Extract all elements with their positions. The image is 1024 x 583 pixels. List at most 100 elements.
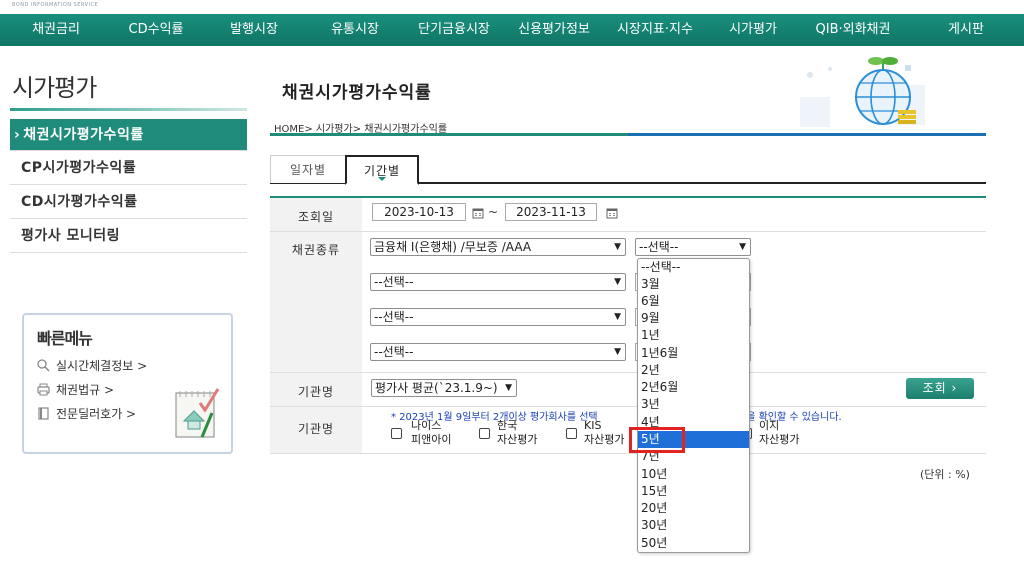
checkbox-korea[interactable] — [479, 428, 490, 439]
dropdown-option[interactable]: 1년 — [638, 327, 749, 344]
dropdown-option[interactable]: 50년 — [638, 535, 749, 552]
date-from-input[interactable]: 2023-10-13 — [372, 203, 466, 221]
nav-item-secondary-market[interactable]: 유통시장 — [308, 14, 402, 46]
quick-link-label: 전문딜러호가 > — [56, 407, 137, 421]
document-check-icon — [175, 388, 220, 438]
maturity-value: --선택-- — [639, 240, 679, 254]
nav-item-cd-rates[interactable]: CD수익률 — [112, 14, 200, 46]
caret-down-icon — [378, 177, 386, 181]
sidebar-divider — [10, 108, 247, 111]
bond-type-value: 금융채 I(은행채) /무보증 /AAA — [374, 240, 532, 254]
dropdown-option[interactable]: 10년 — [638, 466, 749, 483]
row-divider — [270, 453, 986, 454]
agency-select[interactable]: 평가사 평균(`23.1.9~) ▼ — [371, 379, 517, 397]
date-range-tilde: ~ — [488, 205, 499, 219]
search-button[interactable]: 조회 › — [906, 378, 974, 399]
checkbox-nice[interactable] — [391, 428, 402, 439]
checkbox-label-nice-2: 피앤아이 — [411, 433, 452, 446]
printer-icon — [36, 383, 50, 397]
nav-item-mark-to-market[interactable]: 시가평가 — [708, 14, 798, 46]
dropdown-option[interactable]: 15년 — [638, 483, 749, 500]
checkbox-label-easy-2: 자산평가 — [759, 433, 800, 446]
maturity-dropdown-list: --선택-- 3월 6월 9월 1년 1년6월 2년 2년6월 3년 4년 5년… — [637, 258, 750, 553]
select-value: --선택-- — [374, 275, 414, 289]
search-icon — [36, 358, 50, 373]
nav-item-credit-rating[interactable]: 신용평가정보 — [506, 14, 602, 46]
nav-item-market-index[interactable]: 시장지표·지수 — [602, 14, 708, 46]
chevron-down-icon: ▼ — [614, 277, 621, 287]
label-bond-type: 채권종류 — [291, 243, 341, 257]
checkbox-label-kis-1: KIS — [584, 419, 602, 432]
bond-type-select-2[interactable]: --선택-- ▼ — [370, 273, 626, 291]
notice-text-right: 값을 확인할 수 있습니다. — [737, 412, 842, 423]
chevron-down-icon: ▼ — [614, 347, 621, 357]
unit-label: (단위 : %) — [920, 468, 970, 481]
quick-link-label: 실시간체결정보 > — [56, 359, 148, 373]
row-divider — [270, 231, 986, 232]
quick-menu-title: 빠른메뉴 — [37, 329, 93, 348]
nav-item-bond-rates[interactable]: 채권금리 — [0, 14, 112, 46]
tab-bar: 일자별 기간별 — [270, 155, 986, 185]
checkbox-label-easy-1: 이지 — [759, 419, 780, 432]
dropdown-option[interactable]: 6월 — [638, 293, 749, 310]
dropdown-option[interactable]: 3년 — [638, 396, 749, 413]
checkbox-label-kis-2: 자산평가 — [584, 433, 625, 446]
calendar-icon[interactable] — [472, 207, 484, 219]
chevron-down-icon: ▼ — [614, 242, 621, 252]
bond-type-select[interactable]: 금융채 I(은행채) /무보증 /AAA ▼ — [370, 238, 626, 256]
label-agency-select: 기관명 — [297, 422, 335, 436]
select-value: --선택-- — [374, 310, 414, 324]
sidebar-item-cp-valuation[interactable]: CP시가평가수익률 — [10, 151, 247, 185]
calendar-icon[interactable] — [606, 207, 618, 219]
dropdown-option[interactable]: 1년6월 — [638, 345, 749, 362]
nav-item-money-market[interactable]: 단기금융시장 — [402, 14, 506, 46]
globe-icon — [800, 57, 925, 127]
bond-type-select-4[interactable]: --선택-- ▼ — [370, 343, 626, 361]
quick-link-realtime[interactable]: 실시간체결정보 > — [36, 357, 147, 374]
quick-link-label: 채권법규 > — [56, 383, 115, 397]
nav-item-qib-foreign[interactable]: QIB·외화채권 — [798, 14, 908, 46]
dropdown-option[interactable]: 2년6월 — [638, 379, 749, 396]
row-divider — [270, 406, 986, 407]
dropdown-option[interactable]: 9월 — [638, 310, 749, 327]
nav-item-issue-market[interactable]: 발행시장 — [200, 14, 308, 46]
dropdown-option[interactable]: 30년 — [638, 517, 749, 534]
label-date: 조회일 — [297, 210, 335, 224]
dropdown-option[interactable]: --선택-- — [638, 259, 749, 276]
sidebar-menu: 채권시가평가수익률 CP시가평가수익률 CD시가평가수익률 평가사 모니터링 — [10, 119, 247, 253]
quick-link-dealer-quotes[interactable]: 전문딜러호가 > — [36, 405, 136, 422]
bond-type-select-3[interactable]: --선택-- ▼ — [370, 308, 626, 326]
maturity-select[interactable]: --선택-- ▼ — [635, 238, 751, 256]
header-divider — [270, 133, 986, 136]
checkbox-label-korea-1: 한국 — [497, 419, 518, 432]
row-divider — [270, 372, 986, 373]
page-title: 채권시가평가수익률 — [282, 83, 432, 103]
select-value: --선택-- — [374, 345, 414, 359]
dropdown-option[interactable]: 2년 — [638, 362, 749, 379]
sidebar-item-cd-valuation[interactable]: CD시가평가수익률 — [10, 185, 247, 219]
chevron-down-icon: ▼ — [614, 312, 621, 322]
tab-daily[interactable]: 일자별 — [270, 155, 346, 183]
sidebar-item-agency-monitoring[interactable]: 평가사 모니터링 — [10, 219, 247, 253]
logo-subtitle: BOND INFORMATION SERVICE — [12, 2, 99, 8]
quick-menu-box: 빠른메뉴 실시간체결정보 > 채권법규 > 전문딜러호가 > — [22, 313, 233, 454]
sidebar-item-bond-valuation[interactable]: 채권시가평가수익률 — [10, 119, 247, 151]
book-icon — [36, 406, 50, 421]
top-header: BOND INFORMATION SERVICE — [0, 0, 1024, 14]
date-to-input[interactable]: 2023-11-13 — [505, 203, 597, 221]
tab-period[interactable]: 기간별 — [345, 155, 419, 185]
dropdown-option[interactable]: 20년 — [638, 500, 749, 517]
dropdown-option[interactable]: 3월 — [638, 276, 749, 293]
main-nav: 채권금리 CD수익률 발행시장 유통시장 단기금융시장 신용평가정보 시장지표·… — [0, 14, 1024, 46]
agency-value: 평가사 평균(`23.1.9~) — [375, 381, 498, 395]
sidebar-title: 시가평가 — [12, 74, 97, 102]
tab-period-label: 기간별 — [363, 164, 401, 178]
checkbox-label-nice-1: 나이스 — [411, 419, 442, 432]
chevron-down-icon: ▼ — [505, 383, 512, 393]
quick-link-regulations[interactable]: 채권법규 > — [36, 381, 114, 398]
checkbox-label-korea-2: 자산평가 — [497, 433, 538, 446]
annotation-highlight-box — [629, 427, 685, 453]
nav-item-board[interactable]: 게시판 — [908, 14, 1024, 46]
label-agency: 기관명 — [297, 385, 335, 399]
checkbox-kis[interactable] — [566, 428, 577, 439]
